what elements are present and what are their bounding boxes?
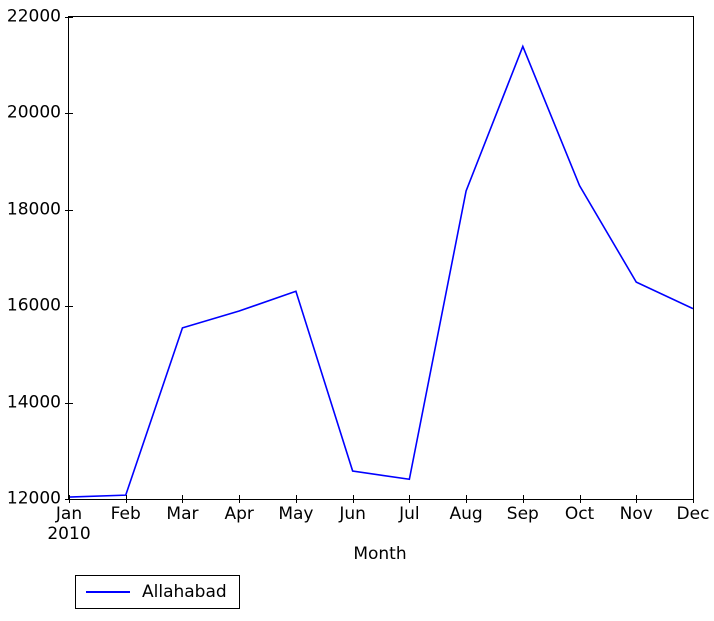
y-tick-label: 22000 (6, 6, 61, 27)
y-tick-mark-inner (69, 306, 73, 308)
x-tick-mark (69, 499, 70, 503)
chart-figure: 12000 14000 16000 18000 20000 22000 Jan 2010 Fe… (0, 0, 714, 621)
y-tick-mark-inner (69, 113, 73, 115)
x-tick-sublabel: 2010 (47, 524, 91, 544)
x-tick-mark (693, 499, 694, 503)
chart-legend: Allahabad (75, 575, 240, 609)
plot-axes: 12000 14000 16000 18000 20000 22000 Jan 2010 Fe… (7, 8, 710, 543)
y-tick-label: 16000 (6, 295, 61, 316)
x-tick-label: Mar (166, 504, 199, 524)
y-tick-label: 12000 (6, 488, 61, 509)
y-tick-label: 18000 (6, 199, 61, 220)
x-tick-label: Apr (224, 504, 254, 524)
x-tick-mark-inner (69, 495, 70, 499)
x-tick-mark-inner (522, 495, 524, 499)
line-series-svg (69, 44, 693, 498)
x-axis-label: Month (353, 544, 407, 564)
x-tick-mark-inner (352, 495, 354, 499)
legend-line-swatch-allahabad (86, 591, 130, 593)
x-tick-mark-inner (579, 495, 581, 499)
x-tick-label: Aug (449, 504, 483, 524)
x-tick-label: May (278, 504, 314, 524)
x-tick-mark (466, 499, 468, 503)
x-tick-mark-inner (125, 495, 127, 499)
x-tick-mark-inner (239, 495, 241, 499)
x-tick-mark-inner (636, 495, 638, 499)
line-series-allahabad (69, 44, 693, 498)
y-tick-mark-inner (69, 209, 73, 211)
x-tick-label: Nov (619, 504, 653, 524)
x-tick-mark (409, 499, 411, 503)
x-tick-label: Sep (506, 504, 539, 524)
y-tick-mark-inner (69, 402, 73, 404)
x-tick-mark (125, 499, 127, 503)
x-tick-mark (636, 499, 638, 503)
x-tick-mark (295, 499, 297, 503)
x-tick-label: Jul (399, 504, 420, 524)
x-tick-label: Jan 2010 (47, 504, 91, 544)
x-tick-mark-inner (466, 495, 468, 499)
x-tick-label: Feb (110, 504, 141, 524)
x-tick-mark (579, 499, 581, 503)
x-tick-label: Oct (564, 504, 595, 524)
x-tick-mark-inner (182, 495, 184, 499)
x-tick-mark-inner (295, 495, 297, 499)
x-tick-mark (352, 499, 354, 503)
y-tick-label: 20000 (6, 102, 61, 123)
x-tick-mark-inner (693, 495, 694, 499)
x-tick-mark (182, 499, 184, 503)
legend-label-allahabad: Allahabad (142, 581, 227, 602)
x-tick-mark-inner (409, 495, 411, 499)
x-tick-label: Jun (339, 504, 366, 524)
y-tick-label: 14000 (6, 392, 61, 413)
y-tick-mark-inner (69, 17, 73, 18)
x-tick-mark (239, 499, 241, 503)
x-tick-mark (522, 499, 524, 503)
x-tick-label: Dec (676, 504, 710, 524)
